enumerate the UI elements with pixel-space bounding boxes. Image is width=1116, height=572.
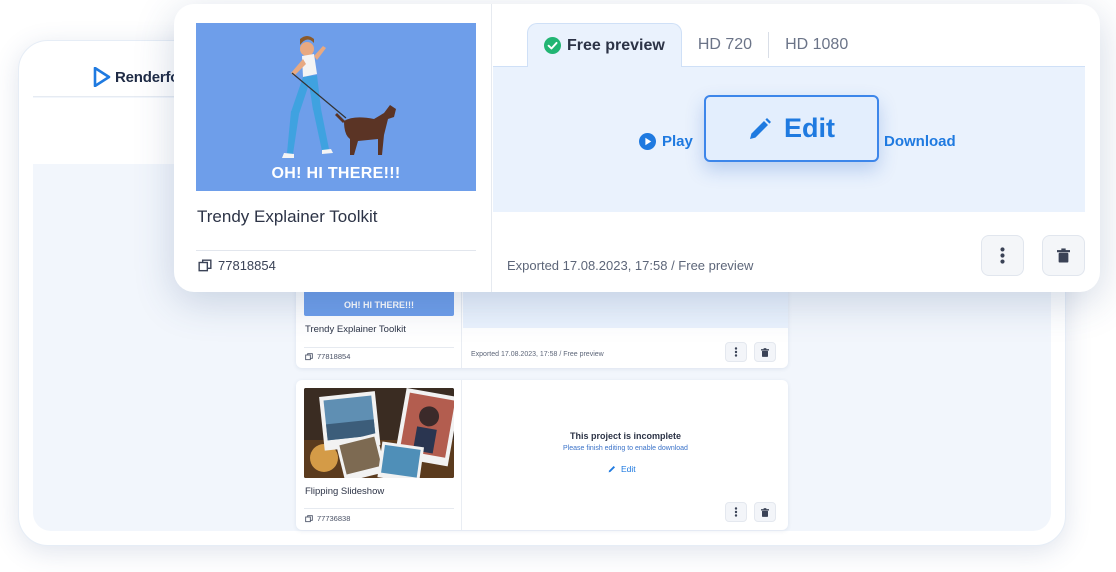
tab-label: HD 720 [697,36,753,53]
vertical-dots-icon [734,507,738,517]
project-id-row: 77818854 [305,352,350,361]
edit-link[interactable]: Edit [608,464,636,474]
play-label: Play [662,133,693,150]
project-card-right: This project is incomplete Please finish… [463,380,788,530]
tab-hd-1080[interactable]: HD 1080 [769,23,864,67]
trash-icon [1057,248,1070,263]
incomplete-title: This project is incomplete [569,431,682,441]
card-divider [304,347,454,348]
trash-icon [761,507,769,517]
more-options-button[interactable] [725,502,747,522]
more-options-button[interactable] [981,235,1024,276]
project-id-row: 77736838 [305,514,350,523]
featured-thumbnail[interactable]: OH! HI THERE!!! [196,23,476,191]
incomplete-message: Please finish editing to enable download [563,445,688,452]
edit-label: Edit [621,464,636,474]
quality-tabs: Free preview HD 720 HD 1080 [527,23,864,67]
project-card-left: Flipping Slideshow 77736838 [296,380,462,530]
renderforest-logo-icon [93,67,111,87]
project-id: 77818854 [317,352,351,361]
copy-icon [198,258,212,271]
play-button[interactable]: Play [639,133,693,150]
exported-text: Exported 17.08.2023, 17:58 / Free previe… [471,351,604,358]
project-id: 77818854 [218,258,276,273]
project-card[interactable]: Flipping Slideshow 77736838 This project… [296,380,788,530]
featured-card-left: OH! HI THERE!!! Trendy Explainer Toolkit… [174,4,492,292]
thumbnail-caption: OH! HI THERE!!! [344,300,414,310]
tab-label: HD 1080 [785,36,849,53]
copy-icon [305,352,313,360]
delete-button[interactable] [1042,235,1085,276]
pencil-icon [750,117,771,139]
edit-button[interactable]: Edit [704,95,879,162]
preview-panel: Play Edit Download [493,66,1085,212]
project-id: 77736838 [317,514,351,523]
trash-icon [761,347,769,357]
more-options-button[interactable] [725,342,747,362]
featured-project-card[interactable]: OH! HI THERE!!! Trendy Explainer Toolkit… [174,4,1100,292]
play-icon [639,133,656,150]
tab-free-preview[interactable]: Free preview [527,23,682,67]
project-id-row: 77818854 [198,258,276,273]
tab-hd-720[interactable]: HD 720 [682,23,768,67]
featured-card-right: Play Edit Download Free preview HD 720 H… [493,4,1100,292]
delete-button[interactable] [754,502,776,522]
project-title: Flipping Slideshow [305,486,385,497]
copy-icon [305,514,313,522]
thumbnail-caption: OH! HI THERE!!! [271,165,401,182]
vertical-dots-icon [734,347,738,357]
vertical-dots-icon [1000,247,1005,264]
check-circle-icon [544,37,561,54]
edit-label: Edit [784,113,835,143]
photo-collage-illustration [304,388,454,478]
project-thumbnail[interactable] [304,388,454,478]
pencil-icon [608,466,615,473]
download-link[interactable]: Download [884,133,956,150]
card-divider [196,250,476,251]
card-divider [304,508,454,509]
delete-button[interactable] [754,342,776,362]
project-title: Trendy Explainer Toolkit [197,207,378,226]
project-title: Trendy Explainer Toolkit [305,324,406,335]
tab-label: Free preview [567,36,665,54]
exported-text: Exported 17.08.2023, 17:58 / Free previe… [507,258,754,273]
